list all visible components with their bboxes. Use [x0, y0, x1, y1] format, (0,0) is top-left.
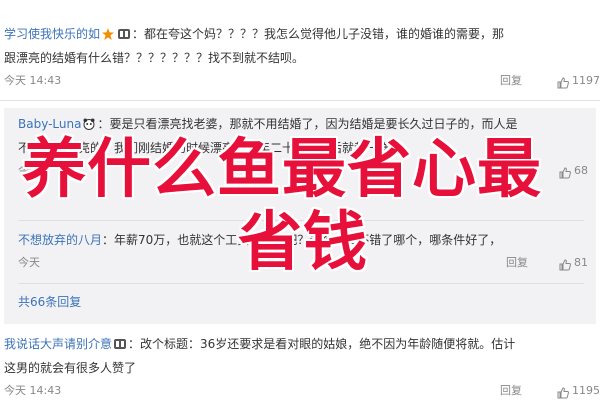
reply-1-like-count: 68: [574, 164, 588, 177]
comment-2-meta: 今天 14:43 回复 1195: [0, 380, 600, 402]
comment-1-meta: 今天 14:43 回复 1197: [0, 70, 600, 92]
member-badge-icon: [114, 334, 127, 349]
reply-2-like-count: 81: [574, 256, 588, 269]
vip-badge-icon: [102, 24, 115, 40]
comment-1-reply-button[interactable]: 回复: [500, 70, 522, 92]
comment-1-body: ：都在夸这个妈？？？？我怎么觉得他儿子没错，谁的婚谁的需要，那: [132, 27, 505, 41]
reply-2-like-button[interactable]: 81: [559, 252, 588, 274]
reply-1-like-button[interactable]: 68: [559, 160, 588, 182]
thumbs-up-icon: [557, 385, 569, 399]
reply-2-username[interactable]: 不想放弃的八月: [18, 233, 102, 247]
comment-1-time: 今天 14:43: [4, 74, 62, 87]
reply-2-reply-button[interactable]: 回复: [506, 252, 528, 274]
thumbs-up-icon: [559, 257, 571, 271]
comment-1-like-count: 1197: [572, 74, 600, 87]
comment-1-like-button[interactable]: 1197: [557, 70, 600, 92]
overlay-title-line-1: 养什么鱼最省心最: [22, 133, 542, 207]
comment-2-body: ：改个标题：36岁还要求是看对眼的姑娘，绝不因为年龄随便将就。估计: [128, 337, 516, 351]
comment-2-body-cont: 这男的就会有很多人赞了: [4, 361, 137, 375]
thumbs-up-icon: [559, 165, 571, 179]
comment-1-body-cont: 跟漂亮的结婚有什么错？？？？？？？找不到就不结呗。: [4, 51, 305, 65]
reply-1-username[interactable]: Baby-Luna: [18, 117, 81, 131]
thumbs-up-icon: [557, 75, 569, 89]
member-badge-icon: [118, 24, 131, 39]
reply-divider: [18, 283, 584, 284]
comment-2: 我说话大声请别介意 ：改个标题：36岁还要求是看对眼的姑娘，绝不因为年龄随便将就。…: [0, 332, 600, 402]
reply-2-time: 今天: [18, 256, 40, 269]
comment-2-like-count: 1195: [572, 384, 600, 397]
comment-2-username[interactable]: 我说话大声请别介意: [4, 337, 112, 351]
comment-1: 学习使我快乐的如 ：都在夸这个妈？？？？我怎么觉得他儿子没错，谁的婚谁的需要，那 …: [0, 22, 600, 92]
comment-2-text: 我说话大声请别介意 ：改个标题：36岁还要求是看对眼的姑娘，绝不因为年龄随便将就。…: [0, 332, 600, 380]
comment-1-username[interactable]: 学习使我快乐的如: [4, 27, 100, 41]
comment-1-text: 学习使我快乐的如 ：都在夸这个妈？？？？我怎么觉得他儿子没错，谁的婚谁的需要，那 …: [0, 22, 600, 70]
comment-2-time: 今天 14:43: [4, 384, 62, 397]
panda-avatar-icon: [83, 114, 95, 130]
comment-2-reply-button[interactable]: 回复: [500, 380, 522, 402]
overlay-title-line-2: 省钱: [238, 206, 368, 280]
more-replies-link[interactable]: 共66条回复: [18, 293, 81, 310]
reply-1-body: ：要是只看漂亮找老婆，那就不用结婚了，因为结婚是要长久过日子的，而人是: [97, 117, 518, 131]
comment-2-like-button[interactable]: 1195: [557, 380, 600, 402]
comment-divider: [0, 100, 600, 101]
